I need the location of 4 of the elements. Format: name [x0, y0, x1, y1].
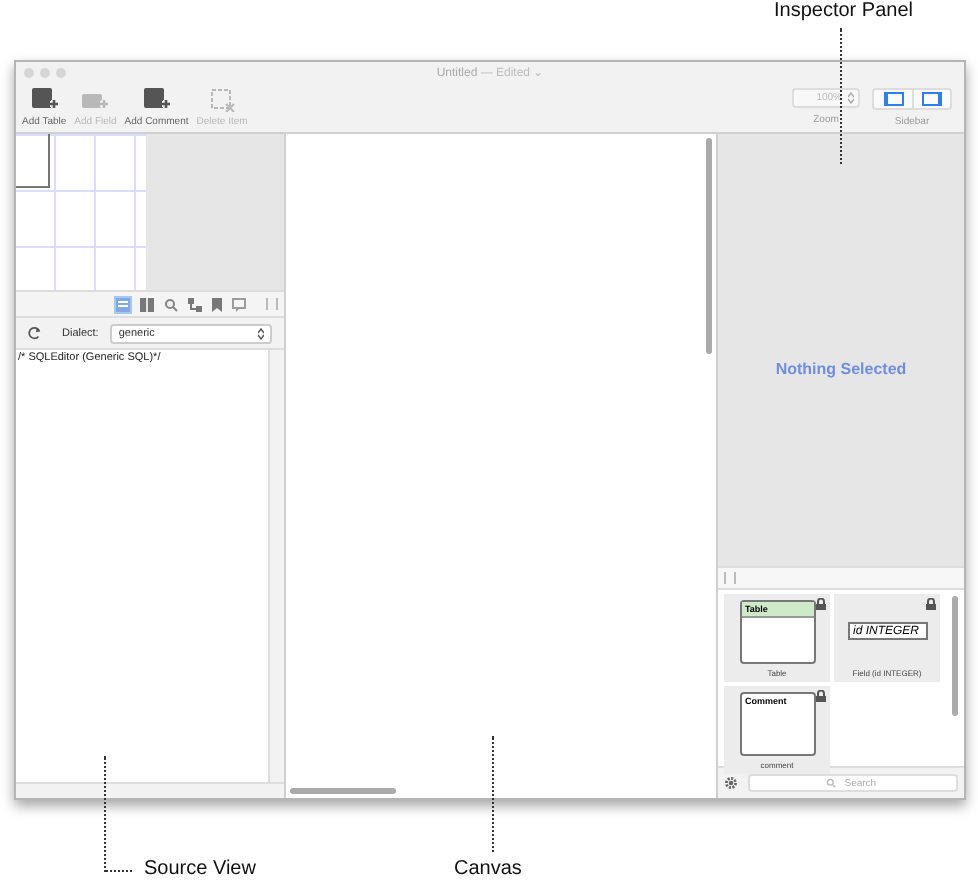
inspector-message: Nothing Selected: [775, 359, 907, 377]
annotation-label: Canvas: [454, 858, 522, 880]
annotation-label: Source View: [144, 858, 256, 880]
annotation-label: Inspector Panel: [774, 0, 913, 22]
